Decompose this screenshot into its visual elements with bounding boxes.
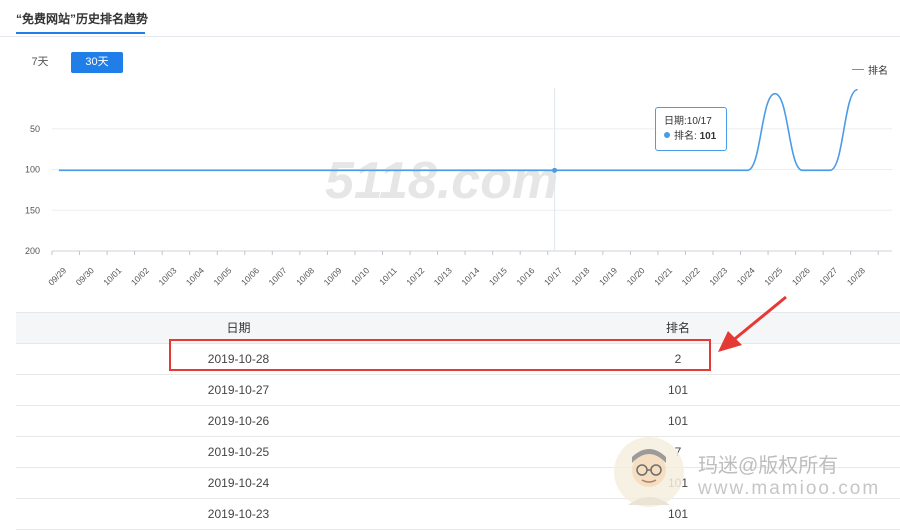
tooltip-date: 日期:10/17 bbox=[664, 114, 718, 129]
x-tick-label: 10/11 bbox=[377, 265, 399, 287]
x-tick-label: 10/01 bbox=[101, 265, 123, 287]
row-rank: 101 bbox=[628, 499, 728, 529]
x-tick-label: 10/27 bbox=[817, 265, 839, 287]
row-rank: 7 bbox=[628, 437, 728, 467]
x-tick-label: 10/23 bbox=[707, 265, 729, 287]
x-tick-label: 10/07 bbox=[267, 265, 289, 287]
y-tick-label: 50 bbox=[30, 124, 40, 134]
chart-tooltip: 日期:10/17 排名: 101 bbox=[655, 107, 727, 151]
x-tick-label: 10/17 bbox=[542, 265, 564, 287]
tooltip-rank: 排名: 101 bbox=[664, 129, 718, 144]
x-tick-label: 10/24 bbox=[735, 265, 757, 287]
tooltip-rank-label: 排名: bbox=[674, 131, 700, 142]
table-row: 2019-10-23 101 bbox=[16, 499, 900, 530]
tooltip-rank-value: 101 bbox=[700, 131, 717, 142]
x-tick-label: 10/02 bbox=[129, 265, 151, 287]
x-tick-label: 10/21 bbox=[652, 265, 674, 287]
row-date: 2019-10-27 bbox=[166, 375, 311, 405]
x-tick-label: 09/30 bbox=[74, 265, 96, 287]
x-tick-label: 10/19 bbox=[597, 265, 619, 287]
x-tick-label: 10/06 bbox=[239, 265, 261, 287]
row-rank: 101 bbox=[628, 468, 728, 498]
x-tick-label: 10/26 bbox=[790, 265, 812, 287]
x-tick-label: 10/18 bbox=[569, 265, 591, 287]
row-date: 2019-10-25 bbox=[166, 437, 311, 467]
row-date: 2019-10-23 bbox=[166, 499, 311, 529]
row-rank: 101 bbox=[628, 406, 728, 436]
y-tick-label: 200 bbox=[25, 246, 40, 256]
watermark-logo: 5118.com bbox=[325, 152, 558, 210]
x-tick-label: 10/04 bbox=[184, 265, 206, 287]
data-point bbox=[552, 168, 557, 173]
x-tick-label: 10/22 bbox=[680, 265, 702, 287]
x-tick-label: 10/28 bbox=[845, 265, 867, 287]
rank-trend-chart[interactable]: 5118.com5010015020009/2909/3010/0110/021… bbox=[0, 0, 900, 300]
x-tick-label: 09/29 bbox=[46, 265, 68, 287]
table-row: 2019-10-27 101 bbox=[16, 375, 900, 406]
x-tick-label: 10/14 bbox=[459, 265, 481, 287]
table-row: 2019-10-24 101 bbox=[16, 468, 900, 499]
x-tick-label: 10/12 bbox=[404, 265, 426, 287]
y-tick-label: 100 bbox=[25, 165, 40, 175]
row-date: 2019-10-26 bbox=[166, 406, 311, 436]
row-date: 2019-10-24 bbox=[166, 468, 311, 498]
table-row: 2019-10-26 101 bbox=[16, 406, 900, 437]
row-rank: 101 bbox=[628, 375, 728, 405]
x-tick-label: 10/13 bbox=[432, 265, 454, 287]
x-tick-label: 10/05 bbox=[211, 265, 233, 287]
x-tick-label: 10/10 bbox=[349, 265, 371, 287]
x-tick-label: 10/25 bbox=[762, 265, 784, 287]
highlight-box bbox=[169, 339, 711, 371]
x-tick-label: 10/09 bbox=[322, 265, 344, 287]
y-tick-label: 150 bbox=[25, 205, 40, 215]
x-tick-label: 10/20 bbox=[625, 265, 647, 287]
x-tick-label: 10/03 bbox=[156, 265, 178, 287]
x-tick-label: 10/15 bbox=[487, 265, 509, 287]
table-row: 2019-10-25 7 bbox=[16, 437, 900, 468]
series-dot-icon bbox=[664, 132, 670, 138]
x-tick-label: 10/08 bbox=[294, 265, 316, 287]
x-tick-label: 10/16 bbox=[514, 265, 536, 287]
